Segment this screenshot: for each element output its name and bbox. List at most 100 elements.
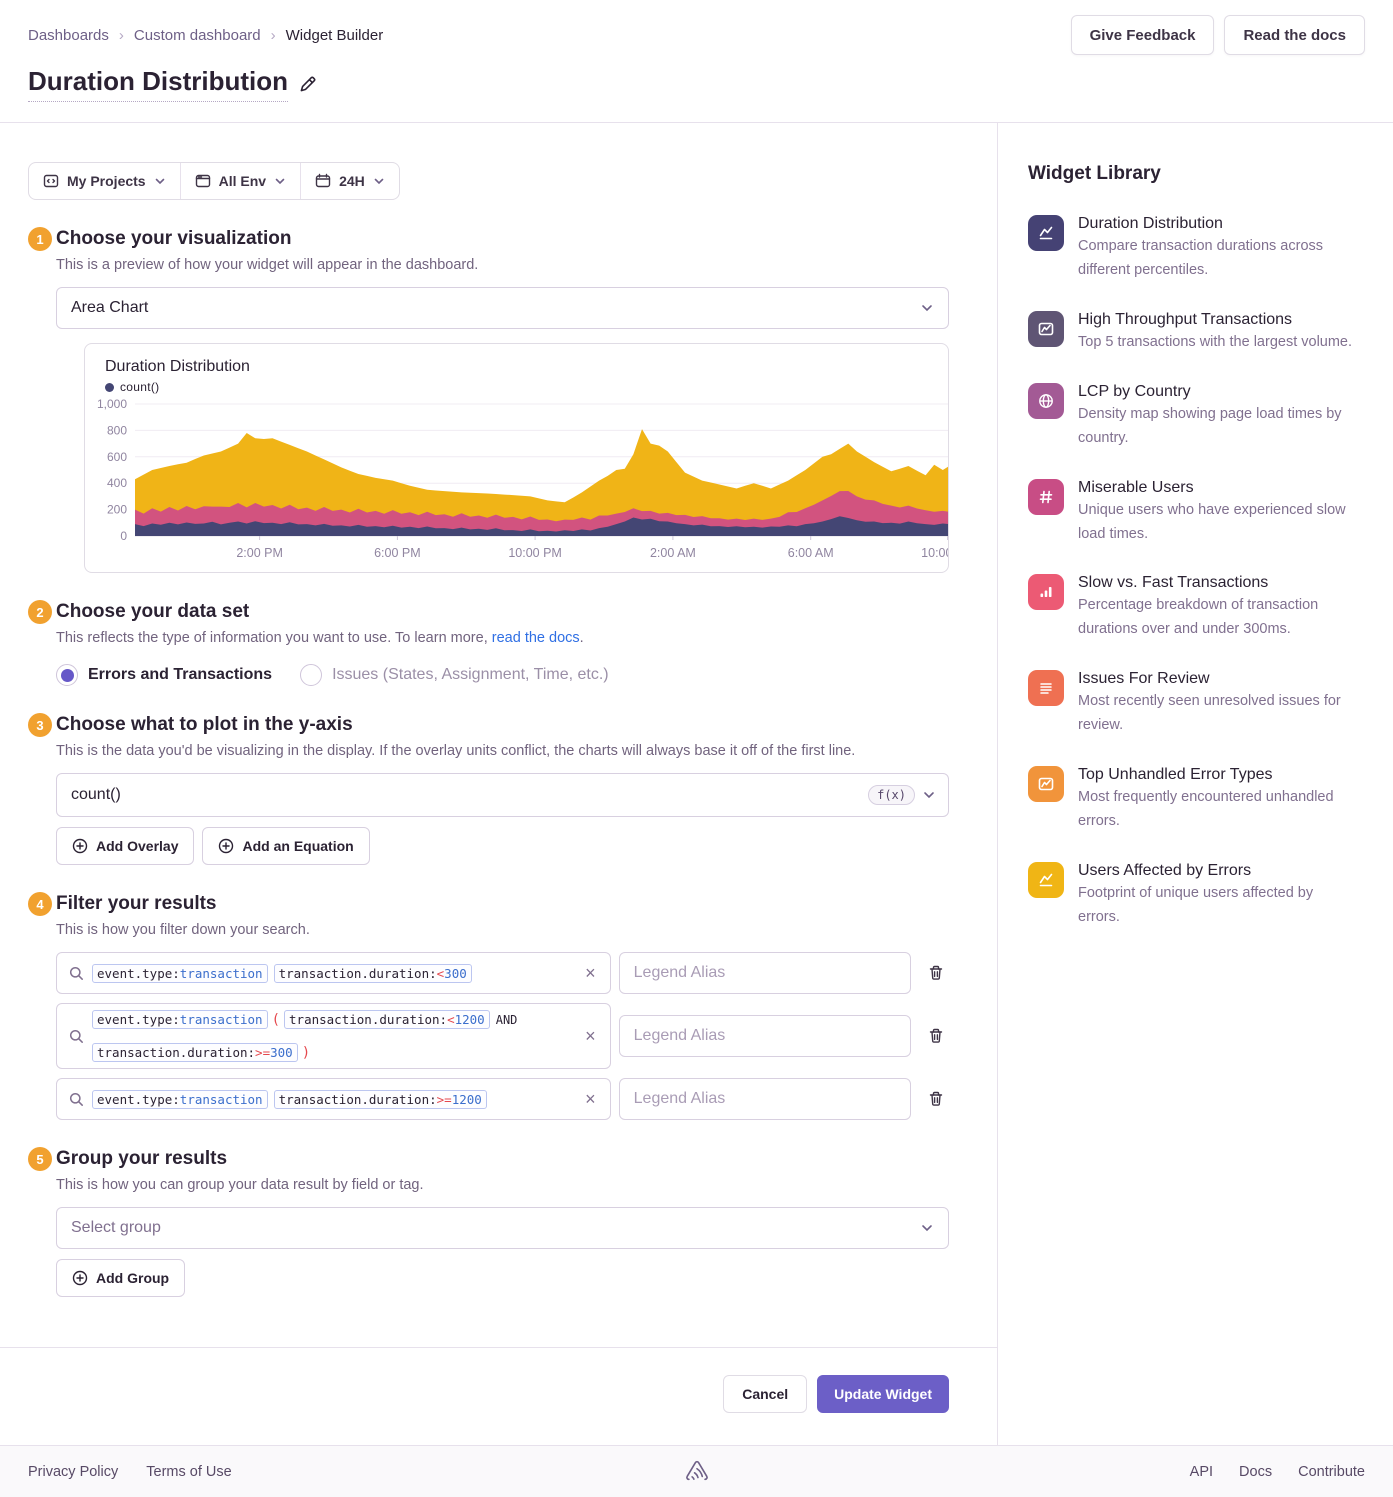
step-group: 5 Group your results This is how you can… <box>28 1147 949 1297</box>
area-chart: 02004006008001,0002:00 PM6:00 PM10:00 PM… <box>85 396 948 568</box>
group-select-placeholder: Select group <box>71 1219 161 1237</box>
svg-text:800: 800 <box>107 423 127 437</box>
svg-text:400: 400 <box>107 476 127 490</box>
edit-title-pencil-icon[interactable] <box>298 75 317 94</box>
filter-row: event.type:transaction transaction.durati… <box>56 952 949 994</box>
project-filter-dropdown[interactable]: My Projects <box>29 163 180 199</box>
read-the-docs-button[interactable]: Read the docs <box>1224 15 1365 55</box>
date-range-dropdown[interactable]: 24H <box>300 163 399 199</box>
paren: ( <box>272 1012 280 1028</box>
date-range-label: 24H <box>339 173 365 189</box>
delete-filter-trash-icon[interactable] <box>923 1086 949 1112</box>
delete-filter-trash-icon[interactable] <box>923 1023 949 1049</box>
builder-main: My Projects All Env 24H <box>0 123 997 1445</box>
search-icon <box>69 966 84 981</box>
library-item-duration-distribution[interactable]: Duration DistributionCompare transaction… <box>1028 215 1365 283</box>
library-item-issues-for-review[interactable]: Issues For ReviewMost recently seen unre… <box>1028 670 1365 738</box>
clear-search-icon[interactable]: × <box>583 1027 598 1045</box>
fx-badge: f(x) <box>868 785 915 805</box>
delete-filter-trash-icon[interactable] <box>923 960 949 986</box>
terms-of-use-link[interactable]: Terms of Use <box>146 1464 231 1480</box>
filter-search-input[interactable]: event.type:transaction(transaction.durat… <box>56 1003 611 1069</box>
api-link[interactable]: API <box>1190 1464 1213 1480</box>
chart-legend[interactable]: count() <box>85 376 948 396</box>
svg-text:600: 600 <box>107 450 127 464</box>
add-equation-button[interactable]: Add an Equation <box>202 827 369 865</box>
svg-text:2:00 PM: 2:00 PM <box>236 546 283 560</box>
frame-chart-icon <box>1028 766 1064 802</box>
breadcrumb: Dashboards › Custom dashboard › Widget B… <box>28 27 383 44</box>
form-actions: Cancel Update Widget <box>0 1347 997 1445</box>
step-title: Choose your visualization <box>56 228 291 250</box>
step-visualization: 1 Choose your visualization This is a pr… <box>28 227 949 573</box>
visualization-type-value: Area Chart <box>71 299 148 317</box>
svg-text:1,000: 1,000 <box>97 397 127 411</box>
give-feedback-button[interactable]: Give Feedback <box>1071 15 1215 55</box>
filter-search-input[interactable]: event.type:transaction transaction.durati… <box>56 1078 611 1120</box>
search-token[interactable]: transaction.duration:>=1200 <box>274 1090 487 1109</box>
search-token[interactable]: transaction.duration:>=300 <box>92 1043 298 1062</box>
breadcrumb-widget-builder: Widget Builder <box>286 27 384 44</box>
widget-preview-card: Duration Distribution count() 0200400600… <box>84 343 949 573</box>
step-description: This reflects the type of information yo… <box>56 630 949 646</box>
cancel-button[interactable]: Cancel <box>723 1375 807 1413</box>
svg-text:10:00 PM: 10:00 PM <box>508 546 562 560</box>
breadcrumb-dashboards[interactable]: Dashboards <box>28 27 109 44</box>
filter-rows: event.type:transaction transaction.durati… <box>56 952 949 1120</box>
chevron-down-icon <box>154 175 166 187</box>
legend-alias-placeholder: Legend Alias <box>634 1090 726 1108</box>
privacy-policy-link[interactable]: Privacy Policy <box>28 1464 118 1480</box>
window-icon <box>195 173 211 189</box>
chevron-down-icon <box>274 175 286 187</box>
visualization-type-select[interactable]: Area Chart <box>56 287 949 329</box>
widget-library-title: Widget Library <box>1028 163 1365 185</box>
library-item-users-affected[interactable]: Users Affected by ErrorsFootprint of uni… <box>1028 862 1365 930</box>
filter-row: event.type:transaction(transaction.durat… <box>56 1003 949 1069</box>
filter-search-input[interactable]: event.type:transaction transaction.durati… <box>56 952 611 994</box>
svg-text:200: 200 <box>107 503 127 517</box>
sentry-logo-icon[interactable] <box>684 1459 710 1485</box>
project-filter-label: My Projects <box>67 173 146 189</box>
search-token[interactable]: event.type:transaction <box>92 1090 268 1109</box>
chevron-right-icon: › <box>271 27 276 44</box>
boolean-operator: AND <box>496 1013 518 1027</box>
add-group-button[interactable]: Add Group <box>56 1259 185 1297</box>
add-overlay-button[interactable]: Add Overlay <box>56 827 194 865</box>
chart-title: Duration Distribution <box>85 358 948 376</box>
y-axis-function-select[interactable]: count() f(x) <box>56 773 949 817</box>
step-title: Filter your results <box>56 893 217 915</box>
contribute-link[interactable]: Contribute <box>1298 1464 1365 1480</box>
library-item-top-unhandled-errors[interactable]: Top Unhandled Error TypesMost frequently… <box>1028 766 1365 834</box>
library-item-lcp-by-country[interactable]: LCP by CountryDensity map showing page l… <box>1028 383 1365 451</box>
search-token[interactable]: transaction.duration:<300 <box>274 964 472 983</box>
search-token[interactable]: transaction.duration:<1200 <box>284 1010 490 1029</box>
page-title[interactable]: Duration Distribution <box>28 66 288 102</box>
library-item-high-throughput[interactable]: High Throughput TransactionsTop 5 transa… <box>1028 311 1365 355</box>
docs-link[interactable]: Docs <box>1239 1464 1272 1480</box>
legend-alias-input[interactable]: Legend Alias <box>619 1078 911 1120</box>
widget-builder-page: Dashboards › Custom dashboard › Widget B… <box>0 0 1393 1497</box>
paren: ) <box>302 1045 310 1061</box>
library-item-slow-vs-fast[interactable]: Slow vs. Fast TransactionsPercentage bre… <box>1028 574 1365 642</box>
step-description: This is how you can group your data resu… <box>56 1177 949 1193</box>
step-description: This is how you filter down your search. <box>56 922 949 938</box>
legend-alias-input[interactable]: Legend Alias <box>619 1015 911 1057</box>
read-the-docs-link[interactable]: read the docs <box>492 630 580 646</box>
update-widget-button[interactable]: Update Widget <box>817 1375 949 1413</box>
clear-search-icon[interactable]: × <box>583 964 598 982</box>
radio-errors-transactions[interactable]: Errors and Transactions <box>56 664 272 686</box>
svg-text:6:00 PM: 6:00 PM <box>374 546 421 560</box>
search-token[interactable]: event.type:transaction <box>92 964 268 983</box>
svg-text:6:00 AM: 6:00 AM <box>788 546 834 560</box>
search-icon <box>69 1029 84 1044</box>
clear-search-icon[interactable]: × <box>583 1090 598 1108</box>
environment-filter-dropdown[interactable]: All Env <box>180 163 300 199</box>
legend-alias-input[interactable]: Legend Alias <box>619 952 911 994</box>
breadcrumb-custom-dashboard[interactable]: Custom dashboard <box>134 27 261 44</box>
search-token[interactable]: event.type:transaction <box>92 1010 268 1029</box>
library-item-miserable-users[interactable]: Miserable UsersUnique users who have exp… <box>1028 479 1365 547</box>
radio-issues[interactable]: Issues (States, Assignment, Time, etc.) <box>300 664 609 686</box>
filter-row: event.type:transaction transaction.durati… <box>56 1078 949 1120</box>
chevron-down-icon <box>373 175 385 187</box>
group-select[interactable]: Select group <box>56 1207 949 1249</box>
